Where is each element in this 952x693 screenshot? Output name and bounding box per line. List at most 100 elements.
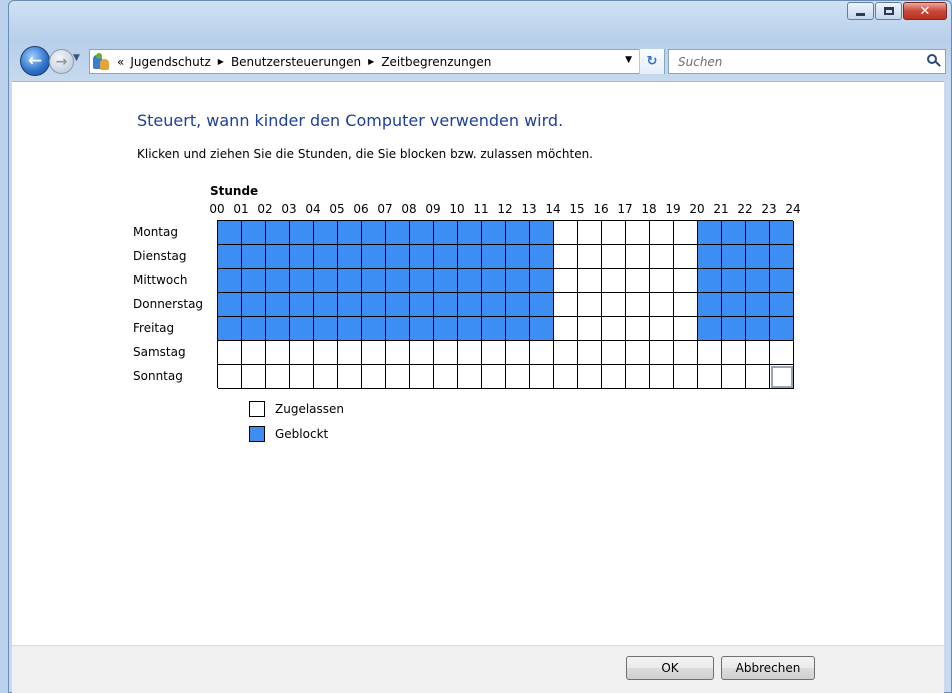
hour-cell-allowed[interactable] (674, 317, 698, 341)
hour-cell-allowed[interactable] (674, 269, 698, 293)
hour-cell-allowed[interactable] (650, 341, 674, 365)
hour-cell-blocked[interactable] (722, 221, 746, 245)
breadcrumb-separator-icon[interactable]: ▶ (218, 57, 224, 66)
hour-cell-allowed[interactable] (554, 317, 578, 341)
hour-cell-allowed[interactable] (770, 365, 794, 389)
hour-cell-allowed[interactable] (650, 245, 674, 269)
hour-cell-allowed[interactable] (314, 341, 338, 365)
hour-cell-allowed[interactable] (722, 341, 746, 365)
hour-cell-blocked[interactable] (746, 221, 770, 245)
breadcrumb-item-jugendschutz[interactable]: Jugendschutz (130, 55, 210, 69)
forward-button[interactable]: → (49, 49, 74, 74)
hour-cell-blocked[interactable] (770, 317, 794, 341)
hour-cell-blocked[interactable] (338, 269, 362, 293)
hour-cell-blocked[interactable] (530, 317, 554, 341)
hour-cell-allowed[interactable] (602, 365, 626, 389)
hour-cell-blocked[interactable] (242, 221, 266, 245)
hour-cell-allowed[interactable] (746, 365, 770, 389)
hour-cell-blocked[interactable] (386, 221, 410, 245)
hour-cell-blocked[interactable] (242, 245, 266, 269)
hour-cell-blocked[interactable] (362, 269, 386, 293)
address-dropdown-icon[interactable]: ▼ (625, 55, 632, 65)
hour-cell-blocked[interactable] (338, 221, 362, 245)
hour-cell-blocked[interactable] (290, 317, 314, 341)
hour-cell-blocked[interactable] (410, 293, 434, 317)
hour-cell-allowed[interactable] (506, 341, 530, 365)
hour-cell-blocked[interactable] (722, 317, 746, 341)
hour-cell-blocked[interactable] (434, 317, 458, 341)
hour-cell-allowed[interactable] (506, 365, 530, 389)
hour-cell-blocked[interactable] (290, 245, 314, 269)
hour-cell-allowed[interactable] (314, 365, 338, 389)
hour-cell-allowed[interactable] (554, 245, 578, 269)
hour-cell-allowed[interactable] (698, 365, 722, 389)
hour-cell-blocked[interactable] (410, 317, 434, 341)
hour-cell-blocked[interactable] (506, 221, 530, 245)
hour-grid[interactable] (217, 220, 794, 389)
hour-cell-allowed[interactable] (698, 341, 722, 365)
hour-cell-blocked[interactable] (362, 245, 386, 269)
hour-cell-allowed[interactable] (578, 221, 602, 245)
hour-cell-allowed[interactable] (602, 221, 626, 245)
hour-cell-blocked[interactable] (338, 317, 362, 341)
hour-cell-allowed[interactable] (578, 317, 602, 341)
hour-cell-blocked[interactable] (482, 293, 506, 317)
hour-cell-blocked[interactable] (410, 221, 434, 245)
hour-cell-allowed[interactable] (482, 341, 506, 365)
hour-cell-blocked[interactable] (746, 293, 770, 317)
hour-cell-blocked[interactable] (314, 245, 338, 269)
hour-cell-allowed[interactable] (530, 341, 554, 365)
hour-cell-blocked[interactable] (722, 293, 746, 317)
hour-cell-blocked[interactable] (698, 245, 722, 269)
back-button[interactable]: ← (20, 46, 50, 76)
hour-cell-blocked[interactable] (338, 245, 362, 269)
hour-cell-allowed[interactable] (674, 245, 698, 269)
hour-cell-blocked[interactable] (698, 293, 722, 317)
hour-cell-allowed[interactable] (386, 341, 410, 365)
hour-cell-blocked[interactable] (482, 221, 506, 245)
hour-cell-allowed[interactable] (554, 341, 578, 365)
hour-cell-allowed[interactable] (626, 245, 650, 269)
hour-cell-blocked[interactable] (482, 269, 506, 293)
address-bar[interactable]: « Jugendschutz ▶ Benutzersteuerungen ▶ Z… (89, 49, 665, 74)
hour-cell-blocked[interactable] (746, 317, 770, 341)
hour-cell-blocked[interactable] (506, 293, 530, 317)
hour-cell-allowed[interactable] (266, 341, 290, 365)
hour-cell-blocked[interactable] (410, 245, 434, 269)
breadcrumb-separator-icon[interactable]: ▶ (368, 57, 374, 66)
hour-cell-blocked[interactable] (338, 293, 362, 317)
hour-cell-allowed[interactable] (434, 365, 458, 389)
hour-cell-blocked[interactable] (266, 317, 290, 341)
hour-cell-allowed[interactable] (650, 269, 674, 293)
hour-cell-allowed[interactable] (626, 293, 650, 317)
hour-cell-blocked[interactable] (722, 245, 746, 269)
hour-cell-blocked[interactable] (242, 293, 266, 317)
hour-cell-allowed[interactable] (578, 269, 602, 293)
hour-cell-blocked[interactable] (290, 221, 314, 245)
ok-button[interactable]: OK (626, 656, 714, 680)
hour-cell-blocked[interactable] (770, 269, 794, 293)
hour-cell-blocked[interactable] (218, 293, 242, 317)
hour-cell-allowed[interactable] (650, 221, 674, 245)
hour-cell-allowed[interactable] (602, 269, 626, 293)
hour-cell-blocked[interactable] (266, 221, 290, 245)
hour-cell-allowed[interactable] (578, 341, 602, 365)
hour-cell-blocked[interactable] (506, 245, 530, 269)
hour-cell-allowed[interactable] (722, 365, 746, 389)
close-button[interactable]: ✕ (903, 2, 947, 20)
hour-cell-allowed[interactable] (530, 365, 554, 389)
hour-cell-allowed[interactable] (386, 365, 410, 389)
hour-cell-blocked[interactable] (770, 245, 794, 269)
hour-cell-allowed[interactable] (554, 365, 578, 389)
hour-cell-allowed[interactable] (674, 293, 698, 317)
hour-cell-allowed[interactable] (674, 221, 698, 245)
hour-cell-blocked[interactable] (770, 293, 794, 317)
hour-cell-blocked[interactable] (434, 269, 458, 293)
hour-cell-blocked[interactable] (482, 317, 506, 341)
hour-cell-blocked[interactable] (698, 269, 722, 293)
hour-cell-blocked[interactable] (218, 221, 242, 245)
hour-cell-blocked[interactable] (362, 293, 386, 317)
hour-cell-allowed[interactable] (554, 221, 578, 245)
hour-cell-allowed[interactable] (602, 245, 626, 269)
search-box[interactable]: Suchen (668, 49, 946, 74)
